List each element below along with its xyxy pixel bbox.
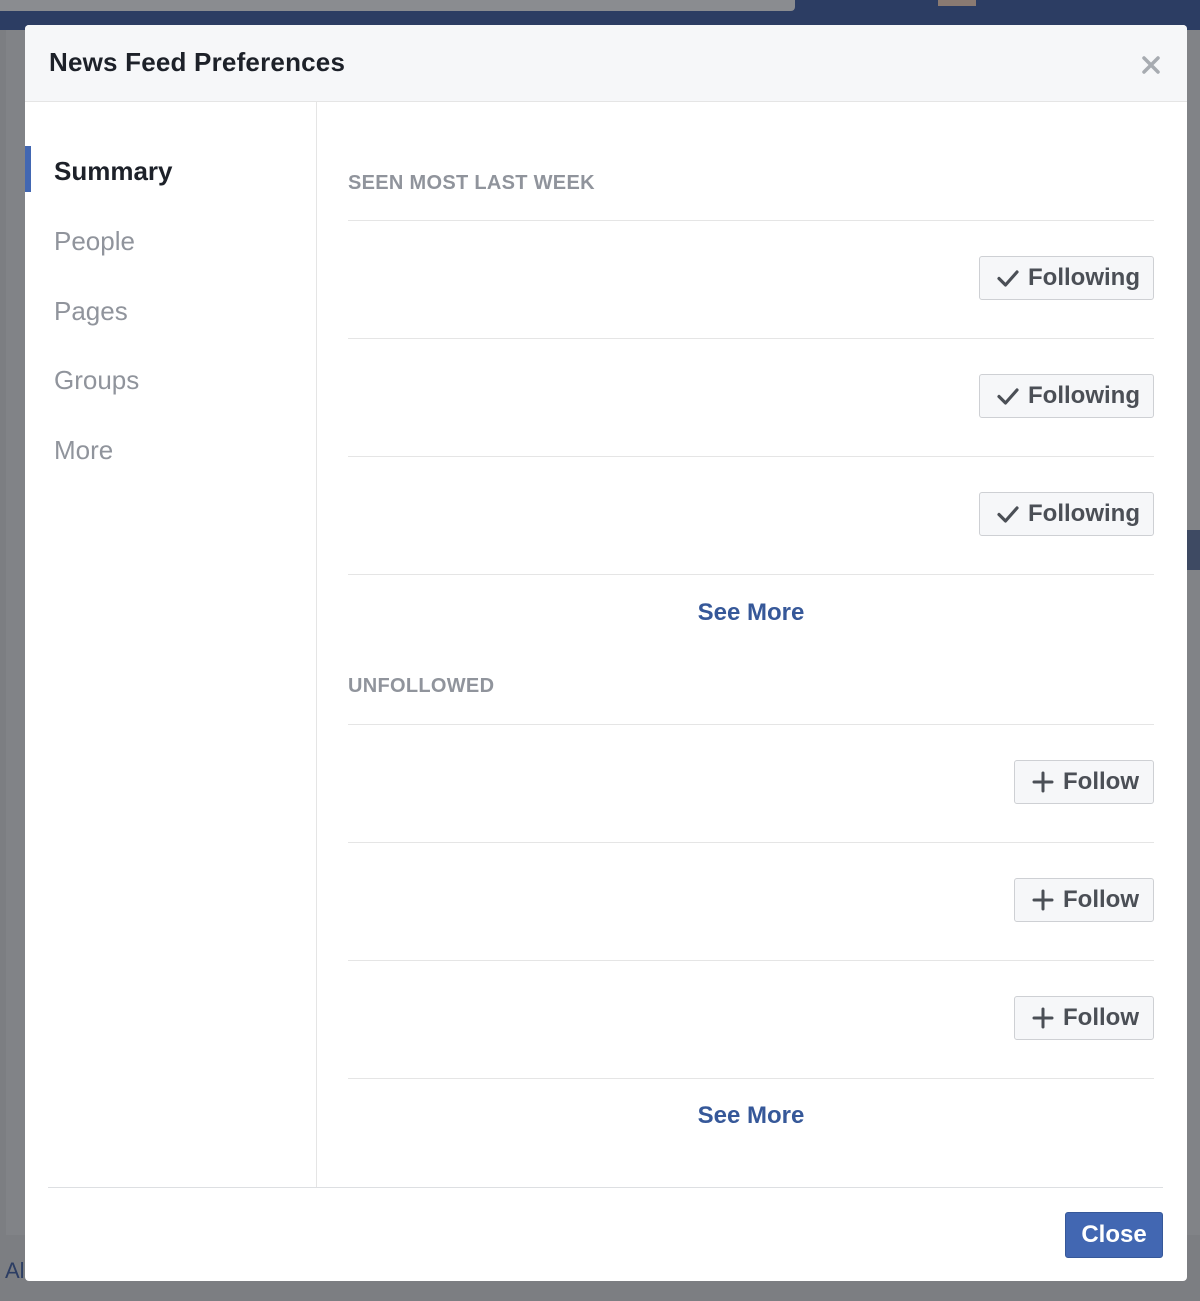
preferences-sidebar: Summary People Pages Groups More [25,102,317,1187]
background-search-bar [0,0,795,11]
background-avatar [938,0,976,6]
see-more-link[interactable]: See More [348,599,1154,627]
plus-icon [1032,889,1054,911]
sidebar-item-label: More [54,435,114,465]
button-label: Following [1028,500,1140,527]
sidebar-item-label: Groups [54,365,140,395]
plus-icon [1032,1007,1054,1029]
list-item: Follow [348,843,1154,961]
list-item: Following [348,457,1154,575]
checkmark-icon [997,388,1019,405]
list-item: Follow [348,961,1154,1079]
sidebar-item-more[interactable]: More [25,425,316,471]
button-label: Following [1028,264,1140,291]
follow-button[interactable]: Follow [1014,996,1154,1040]
background-footer-link: Al [5,1258,25,1283]
follow-button[interactable]: Follow [1014,878,1154,922]
sidebar-item-groups[interactable]: Groups [25,355,316,401]
divider [348,574,1154,575]
footer-divider [48,1187,1163,1188]
news-feed-preferences-dialog: News Feed Preferences Summary People Pag… [25,25,1187,1281]
button-label: Follow [1063,768,1139,795]
following-button[interactable]: Following [979,374,1154,418]
background-left-card [6,30,27,1235]
sidebar-item-summary[interactable]: Summary [25,146,316,192]
list-item: Following [348,339,1154,457]
section-title-unfollowed: UNFOLLOWED [348,675,495,697]
checkmark-icon [997,506,1019,523]
sidebar-item-label: Pages [54,296,128,326]
follow-button[interactable]: Follow [1014,760,1154,804]
button-label: Following [1028,382,1140,409]
divider [348,1078,1154,1079]
following-button[interactable]: Following [979,256,1154,300]
checkmark-icon [997,270,1019,287]
active-indicator [25,146,31,192]
sidebar-item-pages[interactable]: Pages [25,286,316,332]
sidebar-item-label: People [54,226,135,256]
section-title-seen-most: SEEN MOST LAST WEEK [348,172,595,194]
list-item: Following [348,221,1154,339]
close-x-icon[interactable] [1139,53,1163,77]
button-label: Follow [1063,1004,1139,1031]
plus-icon [1032,771,1054,793]
background-right-card [1187,30,1200,1235]
following-button[interactable]: Following [979,492,1154,536]
sidebar-item-people[interactable]: People [25,216,316,262]
sidebar-item-label: Summary [54,156,173,186]
button-label: Follow [1063,886,1139,913]
dialog-title: News Feed Preferences [49,47,346,77]
see-more-link[interactable]: See More [348,1102,1154,1130]
close-button[interactable]: Close [1065,1212,1163,1258]
background-right-highlight [1187,530,1200,570]
list-item: Follow [348,725,1154,843]
dialog-header: News Feed Preferences [25,25,1187,102]
